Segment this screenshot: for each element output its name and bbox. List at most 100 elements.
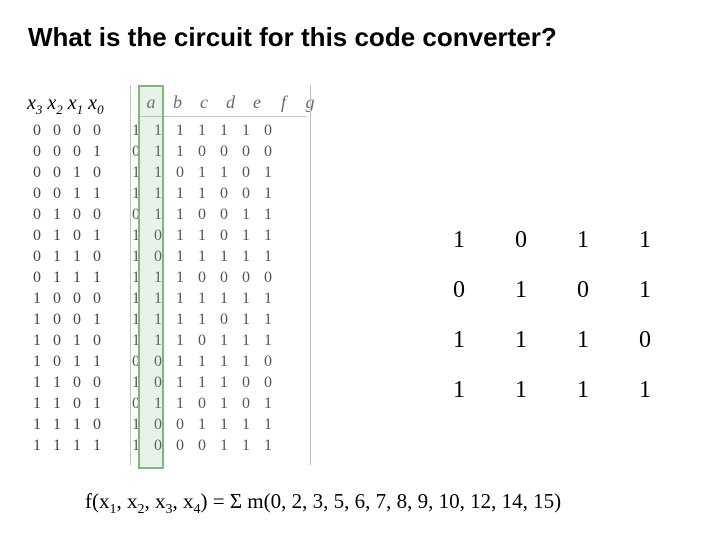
output-bit: 1: [213, 288, 235, 309]
input-bit: 0: [27, 204, 47, 225]
output-bit: 1: [147, 267, 169, 288]
output-bit: 0: [147, 225, 169, 246]
output-bit: 0: [169, 414, 191, 435]
table-row: 01111110000: [27, 267, 279, 288]
input-bit: 1: [27, 309, 47, 330]
input-bit: 1: [27, 330, 47, 351]
output-bit: 1: [147, 288, 169, 309]
output-bit: 1: [125, 267, 147, 288]
input-bit: 1: [47, 435, 67, 456]
output-bit: 0: [169, 435, 191, 456]
input-bit: 0: [27, 162, 47, 183]
col-c: c: [193, 92, 215, 113]
input-bit: 1: [67, 414, 87, 435]
input-bit: 0: [87, 288, 107, 309]
output-bit: 1: [213, 393, 235, 414]
output-bit: 1: [257, 330, 279, 351]
col-e: e: [246, 92, 268, 113]
output-bit: 1: [147, 393, 169, 414]
output-bit: 0: [191, 267, 213, 288]
input-bit: 1: [47, 393, 67, 414]
input-bit: 1: [87, 267, 107, 288]
output-header-row: a b c d e f g: [140, 92, 321, 113]
output-bit: 1: [169, 330, 191, 351]
input-bit: 1: [87, 141, 107, 162]
output-bit: 1: [191, 309, 213, 330]
output-bit: 1: [147, 120, 169, 141]
input-bit: 1: [27, 393, 47, 414]
kmap-cell: 1: [490, 315, 552, 365]
col-a: a: [140, 92, 162, 113]
output-bit: 1: [169, 393, 191, 414]
input-bit: 0: [47, 330, 67, 351]
input-bit: 1: [27, 414, 47, 435]
output-bit: 1: [125, 435, 147, 456]
input-bit: 0: [87, 372, 107, 393]
kmap-cell: 1: [428, 315, 490, 365]
output-bit: 1: [125, 414, 147, 435]
input-bit: 1: [87, 351, 107, 372]
sop-formula: f(x1, x2, x3, x4) = Σ m(0, 2, 3, 5, 6, 7…: [85, 489, 561, 518]
input-bit: 1: [47, 225, 67, 246]
output-bit: 0: [147, 246, 169, 267]
input-bit: 1: [27, 288, 47, 309]
output-bit: 0: [191, 330, 213, 351]
output-bit: 1: [235, 120, 257, 141]
input-bit: 0: [27, 141, 47, 162]
input-bit: 1: [47, 267, 67, 288]
output-bit: 1: [125, 120, 147, 141]
output-bit: 1: [147, 330, 169, 351]
output-bit: 0: [169, 162, 191, 183]
input-bit: 1: [67, 162, 87, 183]
input-bit: 1: [47, 414, 67, 435]
output-bit: 0: [235, 372, 257, 393]
input-bit: 1: [67, 351, 87, 372]
input-bit: 1: [27, 351, 47, 372]
input-bit: 1: [87, 309, 107, 330]
output-bit: 1: [169, 288, 191, 309]
table-row: 11001011100: [27, 372, 279, 393]
input-bit: 0: [47, 162, 67, 183]
table-row: 11111000111: [27, 435, 279, 456]
output-bit: 1: [235, 435, 257, 456]
kmap-cell: 1: [428, 365, 490, 415]
input-bit: 1: [47, 372, 67, 393]
input-bit: 1: [27, 372, 47, 393]
output-bit: 0: [257, 267, 279, 288]
kmap-cell: 0: [428, 265, 490, 315]
output-bit: 1: [213, 435, 235, 456]
output-bit: 1: [235, 351, 257, 372]
output-bit: 1: [169, 372, 191, 393]
output-bit: 0: [191, 204, 213, 225]
output-bit: 0: [191, 435, 213, 456]
input-bit: 0: [87, 246, 107, 267]
output-bit: 0: [235, 162, 257, 183]
output-bit: 0: [213, 225, 235, 246]
output-bit: 0: [147, 351, 169, 372]
input-bit: 0: [27, 183, 47, 204]
output-bit: 1: [257, 162, 279, 183]
output-bit: 1: [191, 414, 213, 435]
kmap-cell: 1: [490, 265, 552, 315]
output-bit: 1: [125, 330, 147, 351]
output-bit: 1: [125, 162, 147, 183]
kmap-cell: 1: [552, 365, 614, 415]
kmap-cell: 1: [614, 365, 676, 415]
output-bit: 1: [257, 414, 279, 435]
table-row: 01011011011: [27, 225, 279, 246]
input-bit: 0: [67, 309, 87, 330]
output-bit: 0: [191, 141, 213, 162]
output-bit: 1: [169, 246, 191, 267]
input-bit: 0: [27, 267, 47, 288]
input-bit: 1: [47, 246, 67, 267]
output-bit: 1: [169, 183, 191, 204]
input-bit: 0: [67, 120, 87, 141]
output-bit: 1: [235, 288, 257, 309]
input-bit: 0: [87, 414, 107, 435]
input-bit: 0: [47, 288, 67, 309]
input-bit: 1: [87, 225, 107, 246]
input-bit: 1: [67, 246, 87, 267]
output-bit: 0: [213, 204, 235, 225]
output-bit: 1: [125, 246, 147, 267]
table-row: 01101011111: [27, 246, 279, 267]
